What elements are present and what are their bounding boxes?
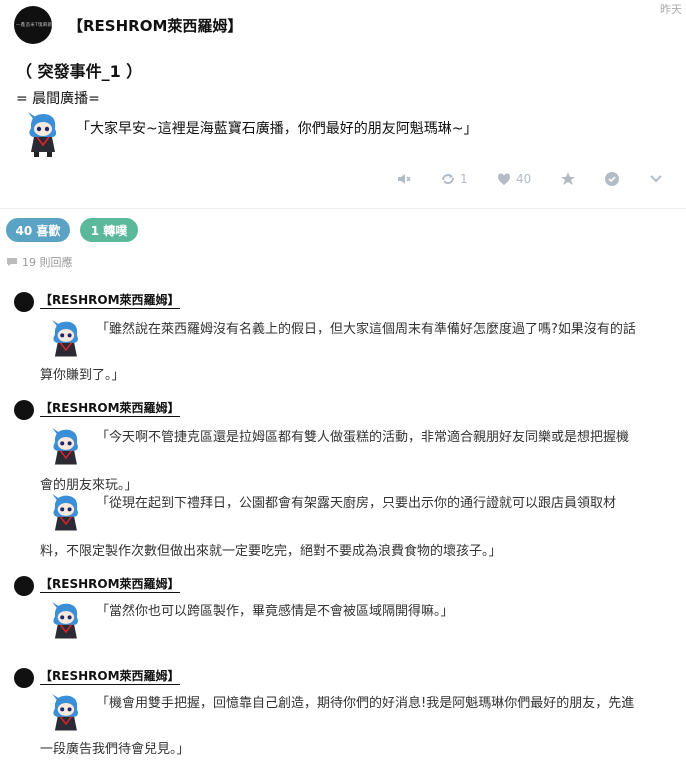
comment-text-line: 一段廣告我們待會兒見。」	[40, 742, 190, 757]
chevron-down-icon	[650, 175, 662, 183]
shares-badge[interactable]: 1 轉噗	[80, 218, 138, 242]
mark-read-button[interactable]	[604, 168, 620, 190]
mute-button[interactable]	[396, 168, 412, 190]
like-button[interactable]: 40	[496, 168, 531, 190]
author-avatar[interactable]: 一鑫造米T瑰麻鋼	[14, 6, 52, 44]
replurk-icon	[442, 174, 454, 184]
likes-badge[interactable]: 40 喜歡	[6, 218, 70, 242]
post-body: （ 突發事件_1 ） = 晨間廣播= 「大家早安~這裡是海藍寶石廣播，你們最好的…	[16, 58, 676, 162]
heart-icon	[497, 173, 511, 185]
comment-avatar[interactable]	[14, 576, 34, 596]
comment-text-line: 會的朋友來玩。」	[40, 478, 138, 493]
quote-row: 「大家早安~這裡是海藍寶石廣播，你們最好的朋友阿魁瑪琳~」	[16, 110, 676, 162]
mascot-sticker-icon	[52, 493, 78, 531]
post-timestamp[interactable]: 昨天	[660, 1, 682, 17]
post-author-name[interactable]: 【RESHROM萊西羅姆】	[68, 15, 242, 36]
like-count: 40	[516, 172, 532, 186]
replurk-count: 1	[460, 172, 468, 186]
mascot-sticker-icon	[52, 601, 78, 639]
post-action-toolbar: 1 40	[390, 168, 680, 190]
comment-text-line: 料，不限定製作次數但做出來就一定要吃完，絕對不要成為浪費食物的壞孩子。」	[40, 544, 502, 559]
favorite-button[interactable]	[560, 168, 576, 190]
avatar-logo-text: 一鑫造米T瑰麻鋼	[15, 22, 52, 28]
reply-count[interactable]: 19 則回應	[6, 254, 73, 270]
comment-avatar[interactable]	[14, 668, 34, 688]
comment-text-line: 「雖然說在萊西羅姆沒有名義上的假日，但大家這個周末有準備好怎麼度過了嗎?如果沒有…	[96, 322, 636, 337]
comment-avatar[interactable]	[14, 400, 34, 420]
comment-text-line: 「當然你也可以跨區製作，畢竟感情是不會被區域隔開得嘛。」	[96, 604, 454, 619]
comment-author[interactable]: 【RESHROM萊西羅姆】	[40, 670, 180, 685]
event-title: （ 突發事件_1 ）	[16, 62, 143, 81]
mascot-sticker-icon	[52, 693, 78, 731]
comment-text-line: 「今天啊不管捷克區還是拉姆區都有雙人做蛋糕的活動，非常適合親朋好友同樂或是想把握…	[96, 430, 630, 445]
comment-author[interactable]: 【RESHROM萊西羅姆】	[40, 578, 180, 593]
check-circle-icon	[605, 172, 619, 186]
replurk-button[interactable]: 1	[440, 168, 468, 190]
speaker-mute-icon	[398, 174, 411, 184]
broadcast-subtitle: = 晨間廣播=	[16, 91, 100, 107]
reply-count-label: 19 則回應	[22, 256, 73, 269]
broadcast-quote: 「大家早安~這裡是海藍寶石廣播，你們最好的朋友阿魁瑪琳~」	[76, 121, 478, 137]
comment-text-line: 「機會用雙手把握，回憶靠自己創造，期待你們的好消息!我是阿魁瑪琳你們最好的朋友，…	[96, 696, 635, 711]
comment-author[interactable]: 【RESHROM萊西羅姆】	[40, 402, 180, 417]
divider	[0, 208, 686, 209]
star-icon	[561, 172, 575, 185]
speech-bubble-icon	[7, 258, 17, 266]
comment-avatar[interactable]	[14, 292, 34, 312]
more-options-button[interactable]	[648, 168, 664, 190]
comment-author[interactable]: 【RESHROM萊西羅姆】	[40, 294, 180, 309]
post-header: 一鑫造米T瑰麻鋼 【RESHROM萊西羅姆】 昨天	[14, 3, 682, 48]
mascot-sticker-icon	[52, 427, 78, 465]
comment-text-line: 「從現在起到下禮拜日，公園都會有架露天廚房，只要出示你的通行證就可以跟店員領取材	[96, 496, 617, 511]
mascot-sticker-icon	[52, 319, 78, 357]
comment-text-line: 算你賺到了。」	[40, 368, 125, 383]
mascot-sticker-icon	[28, 112, 57, 157]
